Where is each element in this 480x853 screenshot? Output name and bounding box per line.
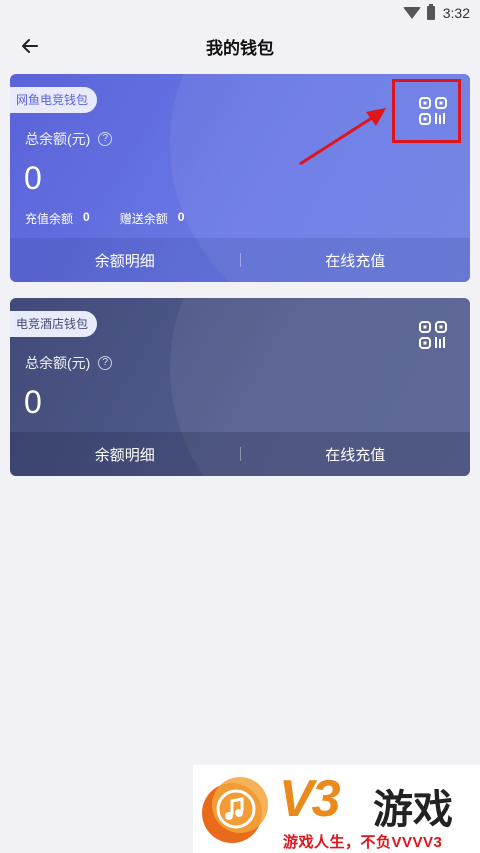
wallet-tag: 网鱼电竞钱包 <box>10 87 98 113</box>
status-bar: 3:32 <box>0 0 480 26</box>
watermark-slogan: 游戏人生，不负VVVV3 <box>283 834 443 851</box>
card-footer: 余额明细 在线充值 <box>10 432 470 476</box>
online-topup-button[interactable]: 在线充值 <box>241 250 471 271</box>
recharge-balance: 充值余额 0 <box>25 210 90 227</box>
gift-balance-value: 0 <box>177 210 185 224</box>
battery-icon <box>426 4 435 20</box>
recharge-balance-label: 充值余额 <box>25 212 74 226</box>
watermark-brand: V3 <box>279 770 341 828</box>
recharge-balance-value: 0 <box>83 210 90 224</box>
v3-logo-icon <box>202 777 268 843</box>
balance-detail-button[interactable]: 余额明细 <box>10 444 240 465</box>
total-balance-value: 0 <box>24 160 42 196</box>
sub-balances: 充值余额 0 赠送余额 0 <box>25 210 184 227</box>
highlight-box <box>392 79 461 143</box>
total-balance-label: 总余额(元) ? <box>25 353 113 373</box>
total-balance-text: 总余额(元) <box>25 131 91 147</box>
total-balance-text: 总余额(元) <box>25 355 91 371</box>
back-arrow-icon <box>22 39 38 53</box>
gift-balance: 赠送余额 0 <box>120 210 185 227</box>
wallet-card-hotel: 电竞酒店钱包 总余额(元) ? 0 余额明细 在线充值 <box>10 298 470 476</box>
card-footer: 余额明细 在线充值 <box>10 238 470 282</box>
annotation-arrow <box>299 108 386 166</box>
wallet-tag: 电竞酒店钱包 <box>10 311 98 337</box>
status-time: 3:32 <box>442 5 470 21</box>
balance-detail-button[interactable]: 余额明细 <box>10 250 240 271</box>
gift-balance-label: 赠送余额 <box>119 212 168 226</box>
wifi-icon <box>402 7 421 19</box>
online-topup-button[interactable]: 在线充值 <box>241 444 471 465</box>
qr-code-icon[interactable] <box>418 320 448 350</box>
back-button[interactable] <box>14 30 46 62</box>
status-icons <box>402 4 435 20</box>
total-balance-label: 总余额(元) ? <box>25 129 113 149</box>
help-icon[interactable]: ? <box>98 356 113 370</box>
watermark-name: 游戏 <box>373 788 453 832</box>
app-bar: 我的钱包 <box>0 26 480 66</box>
page-title: 我的钱包 <box>206 38 274 58</box>
help-icon[interactable]: ? <box>98 132 113 146</box>
watermark: V3 游戏 游戏人生，不负VVVV3 <box>193 765 480 853</box>
total-balance-value: 0 <box>24 384 42 420</box>
